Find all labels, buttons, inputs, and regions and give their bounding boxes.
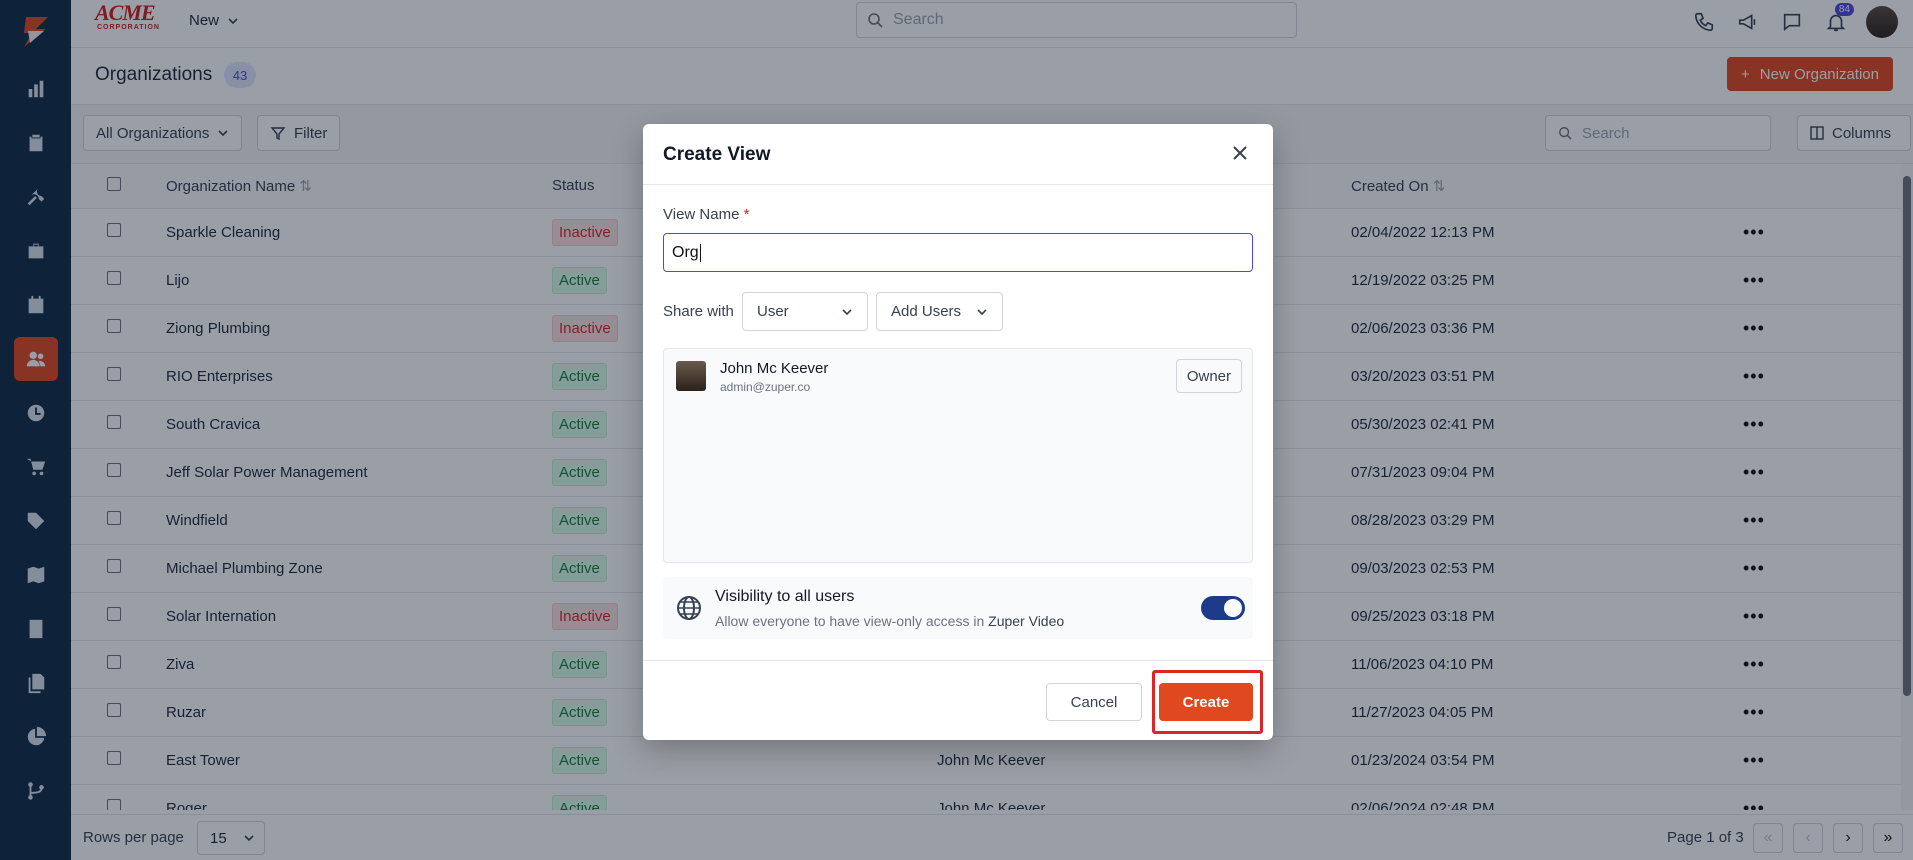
share-type-value: User [757,303,789,320]
view-name-label: View Name * [663,206,750,223]
visibility-toggle[interactable] [1201,596,1245,620]
dialog-title: Create View [663,144,771,165]
cancel-button[interactable]: Cancel [1046,683,1142,721]
visibility-setting: Visibility to all users Allow everyone t… [663,577,1253,639]
share-with-label: Share with [663,303,734,320]
visibility-app-name: Zuper Video [988,613,1065,629]
create-button[interactable]: Create [1159,683,1253,721]
dialog-header: Create View [643,124,1273,185]
share-type-select[interactable]: User [742,292,868,331]
visibility-title: Visibility to all users [715,588,855,605]
view-name-input[interactable]: Org [663,233,1253,272]
chevron-down-icon [977,308,987,315]
avatar [676,361,706,391]
user-role-button[interactable]: Owner [1175,359,1242,393]
required-mark: * [743,206,750,223]
dialog-footer: Cancel Create [643,660,1273,740]
visibility-description: Allow everyone to have view-only access … [715,613,1065,629]
text-caret [699,243,701,262]
user-email: admin@zuper.co [720,380,811,394]
shared-users-list: John Mc Keever admin@zuper.co Owner [663,348,1253,563]
view-name-value: Org [672,243,699,261]
add-users-select[interactable]: Add Users [876,292,1003,331]
user-name: John Mc Keever [720,360,829,377]
close-icon[interactable] [1229,142,1251,164]
add-users-label: Add Users [891,303,962,320]
chevron-down-icon [842,308,852,315]
globe-icon [677,596,701,620]
create-view-dialog: Create View View Name * Org Share with U… [643,124,1273,740]
